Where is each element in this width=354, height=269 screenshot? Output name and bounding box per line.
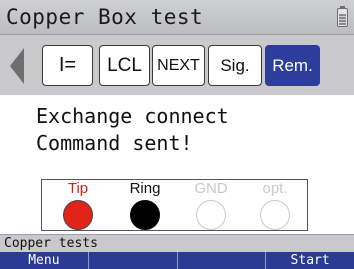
remote-button[interactable]: Rem. (265, 45, 320, 86)
status-text: Copper tests (4, 236, 98, 251)
wire-panel: Tip Ring GND opt. (41, 179, 308, 231)
battery-icon (337, 6, 348, 27)
wire-ring-label: Ring (129, 180, 161, 197)
next-button[interactable]: NEXT (152, 45, 205, 86)
window-title: Copper Box test (6, 5, 204, 29)
function-toolbar: I= LCL NEXT Sig. Rem. (0, 35, 354, 95)
signal-button[interactable]: Sig. (208, 45, 262, 86)
wire-opt: opt. (245, 180, 305, 230)
wire-gnd-label: GND (194, 180, 228, 197)
title-bar: Copper Box test (0, 0, 354, 35)
message-line-2: Command sent! (36, 131, 193, 155)
wire-tip-label: Tip (67, 180, 89, 197)
tip-indicator-icon (63, 200, 93, 230)
message-line-1: Exchange connect (36, 104, 229, 128)
softkey-start[interactable]: Start (266, 252, 354, 269)
opt-indicator-icon (260, 200, 290, 230)
status-bar: Copper tests (0, 234, 354, 252)
current-button[interactable]: I= (42, 45, 93, 86)
wire-ring: Ring (115, 180, 175, 230)
wire-tip: Tip (48, 180, 108, 230)
softkey-3[interactable] (178, 252, 267, 269)
softkey-2[interactable] (89, 252, 178, 269)
softkey-bar: Menu Start (0, 252, 354, 269)
gnd-indicator-icon (196, 200, 226, 230)
device-screen: Copper Box test I= LCL NEXT Sig. Rem. Ex… (0, 0, 354, 269)
lcl-button[interactable]: LCL (99, 45, 150, 86)
ring-indicator-icon (130, 200, 160, 230)
wire-gnd: GND (181, 180, 241, 230)
triangle-left-icon[interactable] (10, 48, 24, 84)
wire-opt-label: opt. (262, 180, 288, 197)
softkey-menu[interactable]: Menu (0, 252, 89, 269)
